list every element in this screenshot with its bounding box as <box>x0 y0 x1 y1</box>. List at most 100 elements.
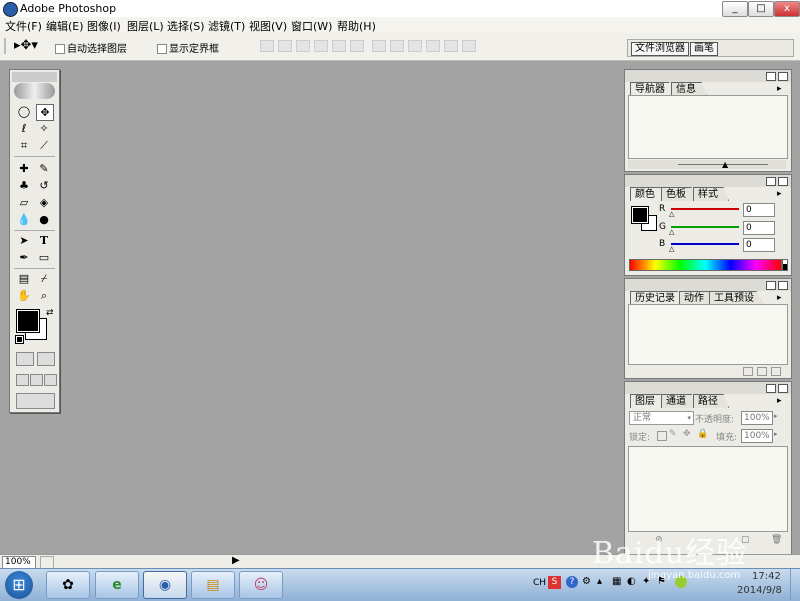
lasso-tool-icon[interactable]: ℓ <box>16 121 32 136</box>
menu-view[interactable]: 视图(V) <box>249 18 287 34</box>
maximize-button[interactable]: □ <box>748 1 774 17</box>
panel-menu-icon[interactable]: ▸ <box>777 189 782 199</box>
screen-mode-full-icon[interactable] <box>44 374 57 386</box>
panel-minimize-icon[interactable] <box>766 384 776 393</box>
quick-mask-mode-icon[interactable] <box>37 352 55 366</box>
tab-navigator[interactable]: 导航器 <box>630 82 676 96</box>
panel-menu-icon[interactable]: ▸ <box>777 293 782 303</box>
healing-brush-tool-icon[interactable]: ✚ <box>16 161 32 176</box>
color-spectrum-ramp[interactable] <box>629 259 782 271</box>
menu-image[interactable]: 图像(I) <box>87 18 121 34</box>
clock-date[interactable]: 2014/9/8 <box>737 585 782 596</box>
tab-info[interactable]: 信息 <box>671 82 707 96</box>
screen-mode-standard-icon[interactable] <box>16 374 29 386</box>
clone-stamp-tool-icon[interactable]: ♣ <box>16 178 32 193</box>
auto-select-layer-checkbox[interactable] <box>55 44 65 54</box>
eraser-tool-icon[interactable]: ▱ <box>16 195 32 210</box>
tray-notification-icon[interactable]: ▴ <box>597 576 602 587</box>
slice-tool-icon[interactable]: ⟋ <box>36 138 52 153</box>
align-top-icon[interactable] <box>260 40 274 52</box>
align-left-icon[interactable] <box>314 40 328 52</box>
zoom-tool-icon[interactable]: ⌕ <box>36 288 52 303</box>
taskbar-app-flower-icon[interactable]: ✿ <box>46 571 90 599</box>
menu-file[interactable]: 文件(F) <box>5 18 42 34</box>
taskbar-browser-icon[interactable]: e <box>95 571 139 599</box>
hand-tool-icon[interactable]: ✋ <box>16 288 32 303</box>
fill-input[interactable]: 100% <box>741 429 773 443</box>
menu-window[interactable]: 窗口(W) <box>291 18 332 34</box>
standard-mode-icon[interactable] <box>16 352 34 366</box>
opacity-arrow-icon[interactable]: ▸ <box>774 412 778 420</box>
distribute-top-icon[interactable] <box>372 40 386 52</box>
tab-history[interactable]: 历史记录 <box>630 291 686 305</box>
tab-channels[interactable]: 通道 <box>661 394 697 408</box>
distribute-left-icon[interactable] <box>426 40 440 52</box>
type-tool-icon[interactable]: T <box>36 233 52 248</box>
tab-paths[interactable]: 路径 <box>693 394 729 408</box>
tab-file-browser[interactable]: 文件浏览器 <box>631 42 689 56</box>
taskbar-explorer-folder-icon[interactable]: ▤ <box>191 571 235 599</box>
menu-edit[interactable]: 编辑(E) <box>46 18 84 34</box>
slider-thumb-icon[interactable]: △ <box>669 228 674 236</box>
slider-thumb-icon[interactable]: △ <box>669 210 674 218</box>
opacity-input[interactable]: 100% <box>741 411 773 425</box>
green-value-input[interactable]: 0 <box>743 221 775 235</box>
zoom-slider-thumb-icon[interactable]: ▲ <box>722 160 728 169</box>
panel-close-icon[interactable] <box>778 72 788 81</box>
menu-help[interactable]: 帮助(H) <box>337 18 376 34</box>
panel-minimize-icon[interactable] <box>766 72 776 81</box>
status-menu-arrow-icon[interactable]: ▶ <box>232 555 240 566</box>
show-desktop-button[interactable] <box>790 569 800 600</box>
tab-styles[interactable]: 样式 <box>693 187 729 201</box>
tab-tool-presets[interactable]: 工具预设 <box>709 291 765 305</box>
swap-colors-icon[interactable]: ⇄ <box>46 308 54 318</box>
panel-menu-icon[interactable]: ▸ <box>777 84 782 94</box>
slider-thumb-icon[interactable]: △ <box>669 245 674 253</box>
distribute-hcenter-icon[interactable] <box>444 40 458 52</box>
move-tool-preset-icon[interactable]: ▸✥▾ <box>14 38 38 53</box>
screen-mode-full-menu-icon[interactable] <box>30 374 43 386</box>
taskbar-messenger-icon[interactable]: ☺ <box>239 571 283 599</box>
panel-close-icon[interactable] <box>778 384 788 393</box>
jump-to-imageready-icon[interactable] <box>16 393 55 409</box>
panel-menu-icon[interactable]: ▸ <box>777 396 782 406</box>
blue-channel-slider[interactable] <box>671 243 739 245</box>
show-bounding-box-option[interactable]: 显示定界框 <box>157 40 219 55</box>
tray-network-icon[interactable]: ▦ <box>612 576 621 587</box>
menu-filter[interactable]: 滤镜(T) <box>208 18 245 34</box>
blur-tool-icon[interactable]: 💧 <box>16 212 32 227</box>
trash-icon[interactable]: 🗑 <box>771 535 782 545</box>
lock-pixels-icon[interactable]: ✎ <box>669 429 677 439</box>
distribute-vcenter-icon[interactable] <box>390 40 404 52</box>
menu-select[interactable]: 选择(S) <box>167 18 205 34</box>
align-hcenter-icon[interactable] <box>332 40 346 52</box>
tab-swatches[interactable]: 色板 <box>661 187 697 201</box>
tray-help-icon[interactable]: ? <box>566 576 578 588</box>
tray-settings-icon[interactable]: ⚙ <box>582 576 591 587</box>
align-right-icon[interactable] <box>350 40 364 52</box>
auto-select-layer-option[interactable]: 自动选择图层 <box>55 40 127 55</box>
menu-layer[interactable]: 图层(L) <box>127 18 164 34</box>
panel-close-icon[interactable] <box>778 281 788 290</box>
panel-close-icon[interactable] <box>778 177 788 186</box>
brush-tool-icon[interactable]: ✎ <box>36 161 52 176</box>
eyedropper-tool-icon[interactable]: ⌿ <box>36 271 52 286</box>
tray-volume-icon[interactable]: ◐ <box>627 576 636 587</box>
panel-minimize-icon[interactable] <box>766 281 776 290</box>
lock-position-icon[interactable]: ✥ <box>683 429 691 439</box>
tray-language-indicator[interactable]: CH <box>533 578 546 588</box>
marquee-tool-icon[interactable]: ◯ <box>16 104 32 119</box>
history-brush-tool-icon[interactable]: ↺ <box>36 178 52 193</box>
distribute-right-icon[interactable] <box>462 40 476 52</box>
color-foreground-swatch[interactable] <box>631 206 649 224</box>
tab-layers[interactable]: 图层 <box>630 394 666 408</box>
notes-tool-icon[interactable]: ▤ <box>16 271 32 286</box>
red-channel-slider[interactable] <box>671 208 739 210</box>
blend-mode-select[interactable]: 正常 ▾ <box>629 411 694 425</box>
options-grip[interactable] <box>4 38 6 54</box>
lock-all-icon[interactable]: 🔒 <box>697 429 708 439</box>
red-value-input[interactable]: 0 <box>743 203 775 217</box>
lock-transparency-icon[interactable] <box>657 431 667 441</box>
magic-wand-tool-icon[interactable]: ✧ <box>36 121 52 136</box>
rectangle-shape-tool-icon[interactable]: ▭ <box>36 250 52 265</box>
